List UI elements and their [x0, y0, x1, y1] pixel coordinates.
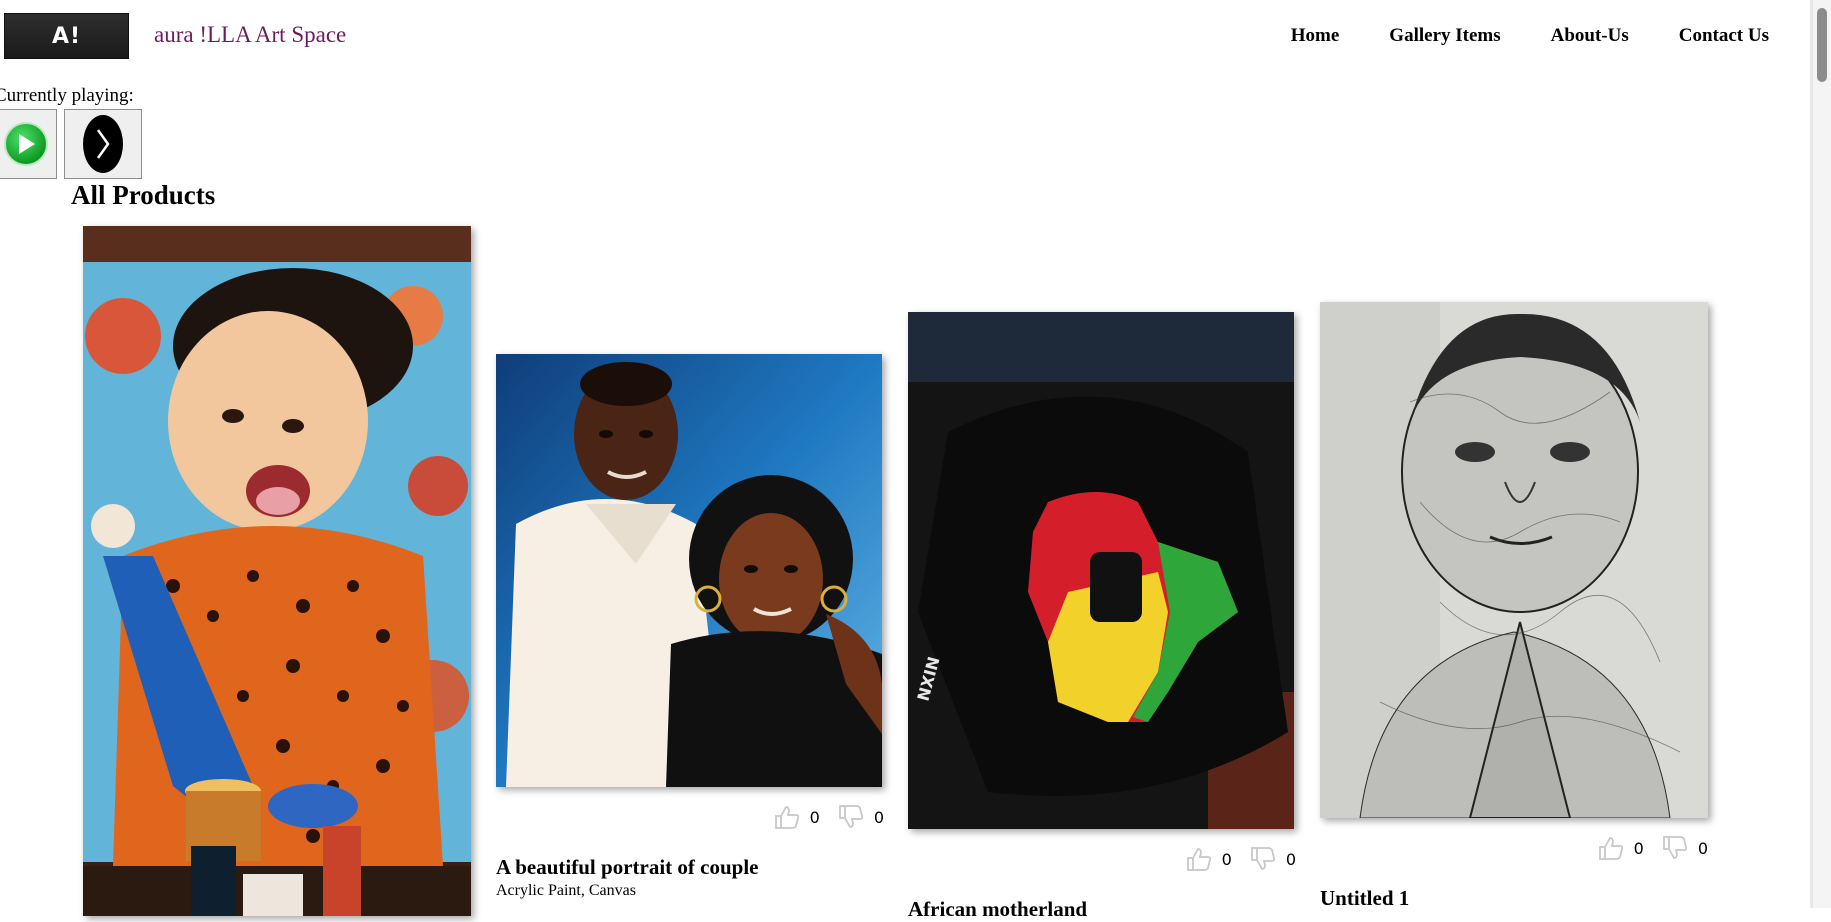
product-title[interactable]: African motherland — [908, 897, 1296, 922]
product-card[interactable] — [83, 226, 471, 916]
site-name[interactable]: aura !LLA Art Space — [154, 22, 346, 48]
dislike-button[interactable]: 0 — [1250, 847, 1296, 871]
page-title: All Products — [71, 180, 216, 210]
vote-bar: 0 0 — [908, 847, 1296, 871]
dislike-button[interactable]: 0 — [1662, 836, 1708, 860]
product-subtitle: Acrylic Paint, Canvas — [496, 882, 636, 899]
product-image[interactable] — [496, 354, 882, 787]
like-button[interactable]: 0 — [774, 805, 820, 829]
play-icon — [3, 122, 48, 166]
vertical-scrollbar[interactable] — [1812, 0, 1831, 908]
nav-contact-us[interactable]: Contact Us — [1679, 25, 1769, 47]
vote-bar: 0 0 — [1320, 836, 1708, 860]
dislike-count: 0 — [873, 807, 884, 827]
site-logo[interactable]: A! — [4, 13, 129, 59]
like-count: 0 — [1221, 849, 1232, 869]
nav-gallery-items[interactable]: Gallery Items — [1389, 25, 1500, 47]
like-count: 0 — [1633, 838, 1644, 858]
vote-bar: 0 0 — [496, 805, 884, 829]
product-card[interactable]: NXIN 0 0 African motherland — [908, 312, 1296, 922]
dislike-button[interactable]: 0 — [838, 805, 884, 829]
product-title[interactable]: A beautiful portrait of couple — [496, 855, 884, 880]
product-card[interactable]: 0 0 Untitled 1 — [1320, 302, 1708, 911]
product-image[interactable]: NXIN — [908, 312, 1294, 829]
thumbs-up-icon — [774, 806, 799, 829]
like-button[interactable]: 0 — [1598, 836, 1644, 860]
thumbs-down-icon — [1250, 847, 1275, 870]
product-image[interactable] — [83, 226, 471, 916]
thumbs-down-icon — [1662, 836, 1687, 859]
dislike-count: 0 — [1697, 838, 1708, 858]
next-track-button[interactable] — [64, 109, 142, 179]
main-nav: Home Gallery Items About-Us Contact Us — [1291, 25, 1769, 47]
play-button[interactable] — [0, 109, 57, 179]
next-icon — [83, 115, 123, 173]
nav-home[interactable]: Home — [1291, 25, 1340, 47]
nav-about-us[interactable]: About-Us — [1551, 25, 1629, 47]
thumbs-up-icon — [1598, 837, 1623, 860]
product-title[interactable]: Untitled 1 — [1320, 886, 1708, 911]
product-card[interactable]: 0 0 A beautiful portrait of couple Acryl… — [496, 354, 884, 900]
product-image[interactable] — [1320, 302, 1708, 818]
scrollbar-thumb[interactable] — [1817, 8, 1827, 82]
like-button[interactable]: 0 — [1186, 847, 1232, 871]
thumbs-down-icon — [838, 805, 863, 828]
now-playing-label: Currently playing: — [0, 85, 134, 106]
like-count: 0 — [809, 807, 820, 827]
dislike-count: 0 — [1285, 849, 1296, 869]
thumbs-up-icon — [1186, 848, 1211, 871]
